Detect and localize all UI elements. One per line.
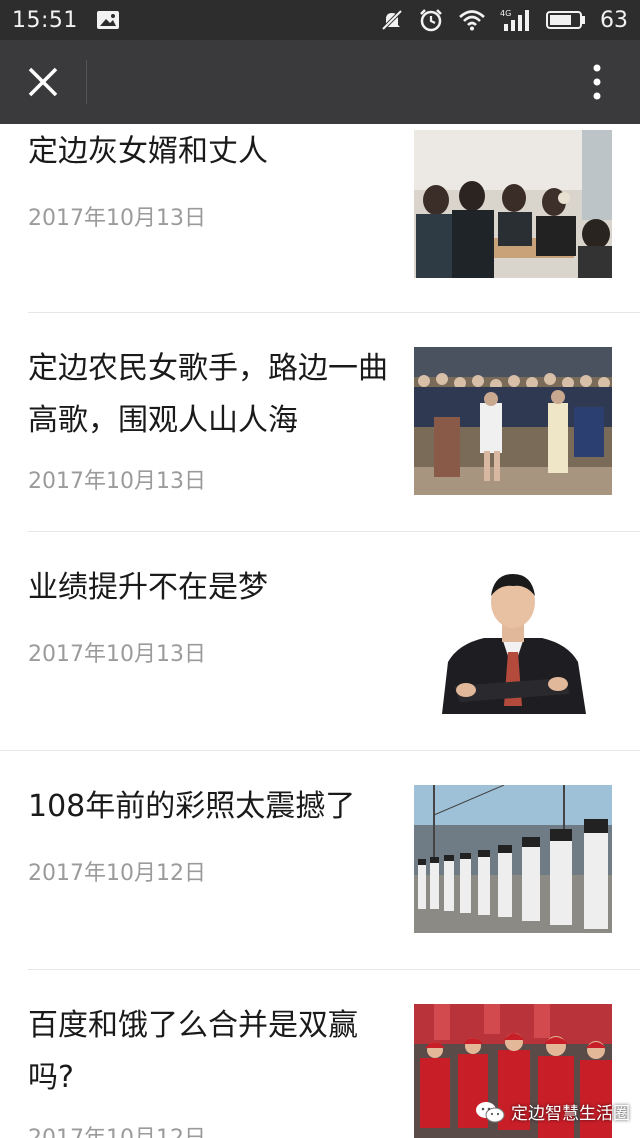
battery-icon — [546, 6, 586, 34]
wechat-logo-icon — [476, 1101, 505, 1122]
close-button[interactable] — [0, 40, 86, 124]
watermark-text: 定边智慧生活圈 — [511, 1104, 630, 1124]
article-feed[interactable]: 定边灰女婿和丈人 2017年10月13日 定边农民女歌手，路边一曲高歌，围观人山… — [0, 124, 640, 1138]
article-date: 2017年10月12日 — [28, 1120, 206, 1138]
alarm-icon — [418, 6, 444, 34]
mute-icon — [380, 6, 404, 34]
article-thumbnail — [414, 785, 612, 933]
nav-divider — [86, 60, 87, 104]
article-title: 定边农民女歌手，路边一曲高歌，围观人山人海 — [28, 351, 388, 438]
watermark: 定边智慧生活圈 — [475, 1099, 630, 1124]
nav-bar — [0, 40, 640, 124]
article-item[interactable]: 业绩提升不在是梦 2017年10月13日 — [0, 532, 640, 750]
article-date: 2017年10月13日 — [28, 642, 206, 667]
article-date: 2017年10月13日 — [28, 469, 206, 494]
article-thumbnail — [414, 347, 612, 495]
article-title: 定边灰女婿和丈人 — [28, 134, 268, 169]
more-button[interactable] — [554, 40, 640, 124]
article-item[interactable]: 定边灰女婿和丈人 2017年10月13日 — [0, 124, 640, 312]
article-thumbnail — [414, 566, 612, 714]
close-icon — [28, 67, 58, 97]
battery-percentage: 63 — [600, 7, 628, 33]
status-time: 15:51 — [12, 7, 78, 33]
more-vertical-icon — [593, 64, 601, 100]
article-item[interactable]: 定边农民女歌手，路边一曲高歌，围观人山人海 2017年10月13日 — [0, 313, 640, 531]
signal-4g-icon: 4G — [500, 6, 532, 34]
article-item[interactable]: 108年前的彩照太震撼了 2017年10月12日 — [0, 751, 640, 969]
article-thumbnail — [414, 130, 612, 278]
status-bar: 15:51 4G 63 — [0, 0, 640, 40]
article-title: 百度和饿了么合并是双赢吗? — [28, 1008, 358, 1095]
article-date: 2017年10月12日 — [28, 861, 206, 886]
article-title: 业绩提升不在是梦 — [28, 570, 268, 605]
article-title: 108年前的彩照太震撼了 — [28, 789, 356, 824]
wifi-icon — [458, 6, 486, 34]
image-notification-icon — [96, 6, 120, 34]
svg-text:4G: 4G — [500, 9, 511, 18]
article-date: 2017年10月13日 — [28, 206, 206, 231]
